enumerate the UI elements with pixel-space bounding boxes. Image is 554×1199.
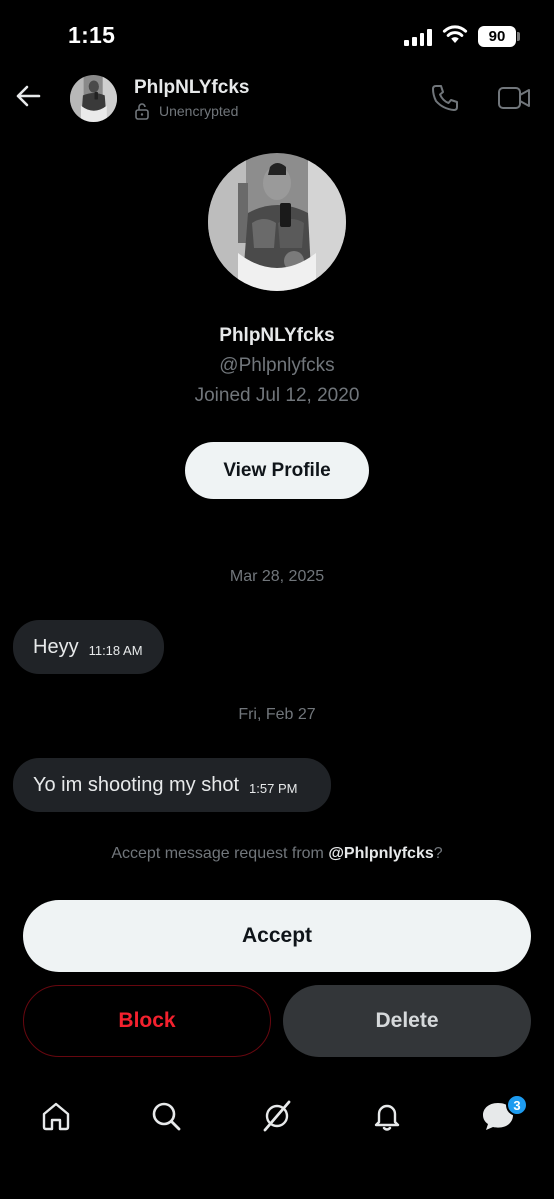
battery-nub xyxy=(517,32,520,41)
message-bubble[interactable]: Heyy 11:18 AM xyxy=(13,620,164,674)
block-button[interactable]: Block xyxy=(23,985,271,1057)
request-suffix: ? xyxy=(433,845,443,862)
unlocked-icon xyxy=(134,102,150,125)
header-avatar[interactable] xyxy=(70,75,117,122)
phone-icon[interactable] xyxy=(430,83,460,118)
video-call-icon[interactable] xyxy=(497,85,531,116)
message-bubble[interactable]: Yo im shooting my shot 1:57 PM xyxy=(13,758,331,812)
profile-joined-date: Joined Jul 12, 2020 xyxy=(194,385,360,406)
accept-button[interactable]: Accept xyxy=(23,900,531,972)
date-divider: Mar 28, 2025 xyxy=(229,568,325,585)
messages-badge: 3 xyxy=(506,1094,528,1116)
back-arrow-icon[interactable] xyxy=(14,82,42,115)
message-request-prompt: Accept message request from @Phlpnlyfcks… xyxy=(0,845,554,863)
search-icon[interactable] xyxy=(146,1096,186,1136)
conversation-name: PhlpNLYfcks xyxy=(134,77,250,98)
date-divider: Fri, Feb 27 xyxy=(238,706,316,723)
notifications-icon[interactable] xyxy=(367,1096,407,1136)
message-time: 11:18 AM xyxy=(88,643,143,658)
view-profile-button[interactable]: View Profile xyxy=(185,442,369,499)
request-handle[interactable]: @Phlpnlyfcks xyxy=(328,845,433,862)
grok-icon[interactable] xyxy=(257,1096,297,1136)
home-icon[interactable] xyxy=(36,1096,76,1136)
message-text: Heyy xyxy=(33,635,79,658)
message-time: 1:57 PM xyxy=(249,781,298,796)
cellular-signal-icon xyxy=(404,28,432,46)
message-text: Yo im shooting my shot xyxy=(33,773,240,796)
delete-button[interactable]: Delete xyxy=(283,985,531,1057)
profile-handle: @Phlpnlyfcks xyxy=(219,355,335,376)
status-time: 1:15 xyxy=(68,22,116,48)
request-prefix: Accept message request from xyxy=(111,845,329,862)
profile-name: PhlpNLYfcks xyxy=(219,325,335,346)
wifi-icon xyxy=(442,24,468,49)
battery-icon: 90 xyxy=(478,26,516,47)
encryption-status: Unencrypted xyxy=(159,103,239,119)
profile-avatar[interactable] xyxy=(208,153,346,291)
